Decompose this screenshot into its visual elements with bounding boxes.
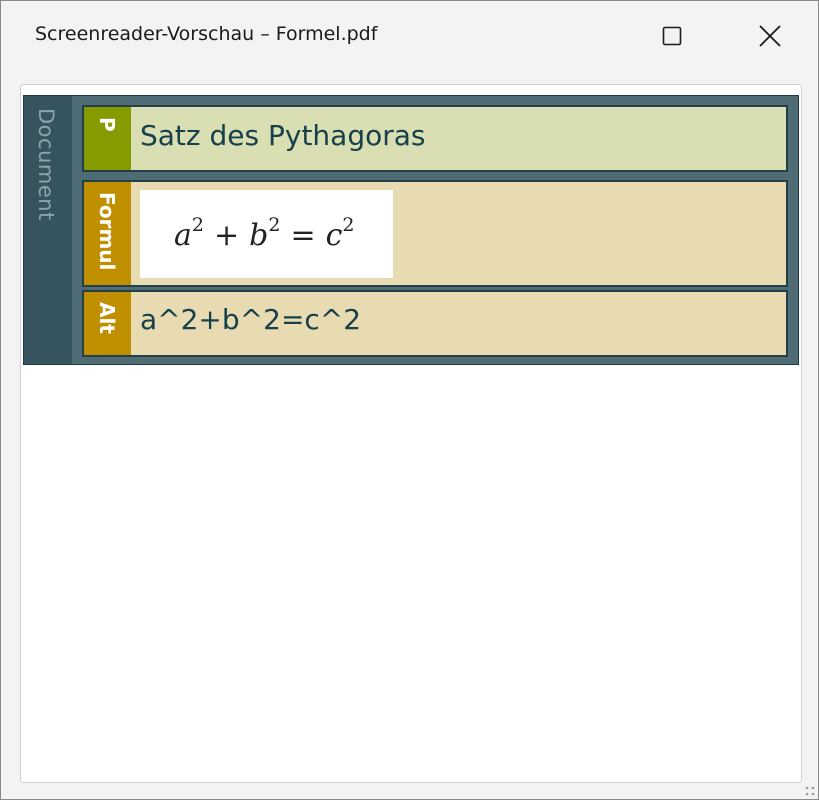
paragraph-text: Satz des Pythagoras xyxy=(140,119,426,152)
formula-rendering: a2 + b2 = c2 xyxy=(174,214,354,253)
formula-exp-b: 2 xyxy=(268,214,281,236)
alt-tag-label: Alt xyxy=(95,302,119,334)
paragraph-body: Satz des Pythagoras xyxy=(131,107,786,170)
window: Screenreader-Vorschau – Formel.pdf Docum… xyxy=(0,0,819,800)
paragraph-node[interactable]: P Satz des Pythagoras xyxy=(82,105,788,172)
formula-tag: Formul xyxy=(84,182,131,285)
paragraph-tag: P xyxy=(84,107,131,170)
document-label: Document xyxy=(34,108,58,221)
maximize-button[interactable] xyxy=(649,16,695,56)
resize-grip-icon[interactable] xyxy=(804,785,816,797)
document-tag: Document xyxy=(24,96,72,364)
formula-var-b: b xyxy=(249,218,269,253)
close-button[interactable] xyxy=(747,16,793,56)
formula-node[interactable]: Formul a2 + b2 = c2 xyxy=(82,180,788,287)
window-title: Screenreader-Vorschau – Formel.pdf xyxy=(35,23,378,45)
alt-node[interactable]: Alt a^2+b^2=c^2 xyxy=(82,290,788,357)
formula-exp-c: 2 xyxy=(342,214,355,236)
title-bar[interactable]: Screenreader-Vorschau – Formel.pdf xyxy=(1,1,818,69)
formula-body: a2 + b2 = c2 xyxy=(131,182,786,285)
document-children: P Satz des Pythagoras Formul a2 + b2 = c2 xyxy=(72,96,798,364)
formula-equals: = xyxy=(290,218,316,253)
paragraph-tag-label: P xyxy=(95,117,119,132)
preview-panel[interactable]: Document P Satz des Pythagoras Formul a2… xyxy=(20,84,802,783)
alt-text: a^2+b^2=c^2 xyxy=(140,303,362,336)
formula-tag-label: Formul xyxy=(95,192,119,271)
formula-image: a2 + b2 = c2 xyxy=(140,190,393,278)
alt-tag: Alt xyxy=(84,292,131,355)
close-icon xyxy=(759,25,781,47)
formula-exp-a: 2 xyxy=(191,214,204,236)
formula-plus: + xyxy=(213,218,240,253)
formula-var-a: a xyxy=(174,218,192,253)
formula-var-c: c xyxy=(325,218,343,253)
alt-body: a^2+b^2=c^2 xyxy=(131,292,786,355)
document-node[interactable]: Document P Satz des Pythagoras Formul a2… xyxy=(23,95,799,365)
maximize-icon xyxy=(662,26,682,46)
